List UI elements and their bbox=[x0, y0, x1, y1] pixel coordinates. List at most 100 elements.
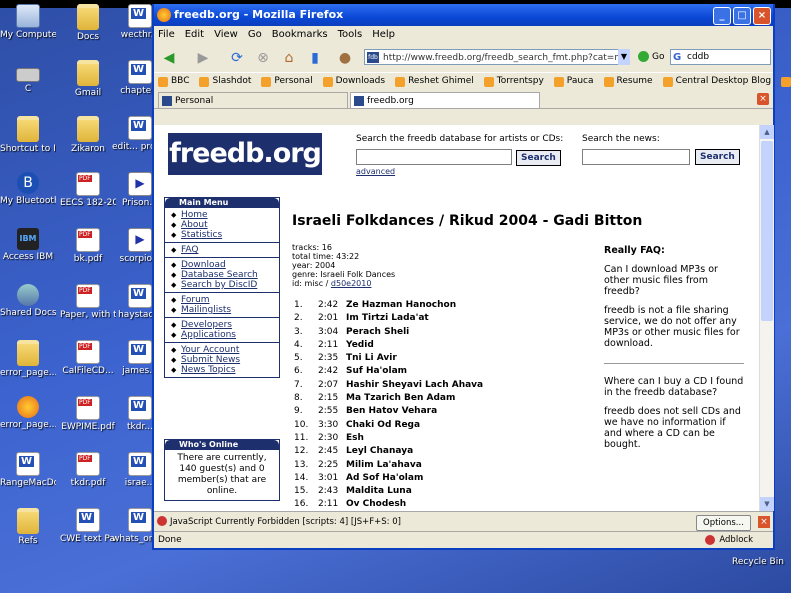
bookmark-item[interactable]: Resume bbox=[603, 73, 653, 90]
bookmark-item[interactable]: Central Desktop Blog bbox=[662, 73, 771, 90]
scroll-up-icon[interactable]: ▲ bbox=[760, 125, 774, 139]
scroll-down-icon[interactable]: ▼ bbox=[760, 497, 774, 511]
close-bar-icon[interactable]: × bbox=[758, 516, 770, 528]
menu-help[interactable]: Help bbox=[372, 29, 395, 40]
url-bar[interactable]: fdb http://www.freedb.org/freedb_search_… bbox=[364, 49, 626, 65]
adblock-status[interactable]: Adblock bbox=[705, 532, 753, 549]
bookmark-item[interactable]: E.001 bbox=[781, 73, 791, 90]
bookmark-item[interactable]: Reshet Ghimel bbox=[395, 73, 474, 90]
main-menu-link[interactable]: Search by DiscID bbox=[171, 280, 275, 290]
track-time: 2:45 bbox=[318, 446, 339, 457]
main-menu-link[interactable]: Your Account bbox=[171, 345, 275, 355]
track-row: 2. 2:01 Im Tirtzi Lada'at bbox=[294, 312, 594, 325]
extension-icon[interactable]: ● bbox=[334, 47, 356, 69]
main-menu-link[interactable]: Home bbox=[171, 210, 275, 220]
desktop-icon[interactable]: Gmail bbox=[60, 60, 116, 99]
desktop-icon[interactable]: C bbox=[0, 60, 56, 95]
freedb-logo[interactable]: freedb.org bbox=[168, 133, 322, 175]
main-menu-link[interactable]: Mailinglists bbox=[171, 305, 275, 315]
desktop-icon[interactable]: EWPIME.pdf bbox=[60, 396, 116, 433]
main-menu-link[interactable]: About bbox=[171, 220, 275, 230]
main-menu-link[interactable]: Database Search bbox=[171, 270, 275, 280]
close-button[interactable]: × bbox=[753, 7, 771, 25]
folder-icon bbox=[17, 340, 39, 366]
menu-view[interactable]: View bbox=[214, 29, 238, 40]
cd-search-input[interactable] bbox=[356, 149, 512, 165]
menu-edit[interactable]: Edit bbox=[185, 29, 204, 40]
bookmark-item[interactable]: Torrentspy bbox=[483, 73, 544, 90]
go-button[interactable]: Go bbox=[638, 49, 664, 65]
desktop-icon[interactable]: error_page... bbox=[0, 396, 56, 431]
track-title: Leyl Chanaya bbox=[346, 446, 414, 457]
track-row: 14. 3:01 Ad Sof Ha'olam bbox=[294, 472, 594, 485]
desktop-icon[interactable]: My Computer bbox=[0, 4, 56, 41]
track-row: 1. 2:42 Ze Hazman Hanochon bbox=[294, 299, 594, 312]
main-menu-link[interactable]: Statistics bbox=[171, 230, 275, 240]
main-menu-link[interactable]: Submit News bbox=[171, 355, 275, 365]
menu-bookmarks[interactable]: Bookmarks bbox=[272, 29, 328, 40]
desktop-icon[interactable]: B My Bluetooth Places bbox=[0, 172, 56, 207]
home-icon[interactable]: ⌂ bbox=[278, 47, 300, 69]
forward-arrow-icon[interactable]: ▶ bbox=[192, 47, 214, 69]
close-tab-icon[interactable]: × bbox=[757, 93, 769, 105]
main-menu-link[interactable]: Forum bbox=[171, 295, 275, 305]
desktop-icon[interactable]: IBM Access IBM bbox=[0, 228, 56, 263]
track-row: 7. 2:07 Hashir Sheyavi Lach Ahava bbox=[294, 379, 594, 392]
doc-icon bbox=[128, 4, 152, 28]
desktop-icon[interactable]: Paper, with table.pdf bbox=[60, 284, 116, 321]
tab-personal[interactable]: Personal bbox=[158, 92, 348, 108]
menu-go[interactable]: Go bbox=[248, 29, 262, 40]
menu-tools[interactable]: Tools bbox=[338, 29, 363, 40]
main-menu-link[interactable]: Download bbox=[171, 260, 275, 270]
main-menu-link[interactable]: Developers bbox=[171, 320, 275, 330]
vertical-scrollbar[interactable]: ▲ ▼ bbox=[759, 125, 774, 511]
track-number: 3. bbox=[294, 326, 303, 337]
bookmark-item[interactable]: Personal bbox=[261, 73, 313, 90]
bookmark-item[interactable]: BBC bbox=[158, 73, 189, 90]
main-menu-link[interactable]: FAQ bbox=[171, 245, 275, 255]
menu-file[interactable]: File bbox=[158, 29, 175, 40]
cd-search-button[interactable]: Search bbox=[516, 150, 561, 166]
news-search-input[interactable] bbox=[582, 149, 690, 165]
desktop-icon[interactable]: RangeMacDoc bbox=[0, 452, 56, 489]
main-menu-link[interactable]: News Topics bbox=[171, 365, 275, 375]
desktop-icon-label: bk.pdf bbox=[73, 254, 103, 264]
scroll-thumb[interactable] bbox=[761, 141, 773, 321]
desktop-icon[interactable]: Zikaron bbox=[60, 116, 116, 155]
back-arrow-icon[interactable]: ◀ bbox=[158, 47, 180, 69]
track-title: Tni Li Avir bbox=[346, 353, 397, 364]
url-dropdown-icon[interactable]: ▼ bbox=[618, 49, 630, 65]
news-search-button[interactable]: Search bbox=[695, 149, 740, 165]
bookmark-label: Resume bbox=[616, 76, 653, 86]
tab-freedb[interactable]: freedb.org bbox=[350, 92, 540, 108]
track-time: 2:11 bbox=[318, 499, 339, 510]
disc-id-link[interactable]: d50e2010 bbox=[331, 279, 372, 288]
stop-icon[interactable]: ⊗ bbox=[252, 47, 274, 69]
search-field[interactable]: G cddb bbox=[670, 49, 771, 65]
maximize-button[interactable]: □ bbox=[733, 7, 751, 25]
desktop-icon[interactable]: Docs bbox=[60, 4, 116, 43]
reload-icon[interactable]: ⟳ bbox=[226, 47, 248, 69]
bookmark-item[interactable]: Slashdot bbox=[199, 73, 251, 90]
desktop-icon-label: error_page... bbox=[0, 420, 56, 430]
desktop-icon[interactable]: EECS 182-2005-p... bbox=[60, 172, 116, 209]
advanced-search-link[interactable]: advanced bbox=[356, 167, 395, 176]
track-row: 9. 2:55 Ben Hatov Vehara bbox=[294, 405, 594, 418]
options-button[interactable]: Options... bbox=[696, 515, 751, 531]
desktop-icon[interactable]: CalFileCD... bbox=[60, 340, 116, 377]
bookmark-icon bbox=[199, 76, 210, 87]
main-menu-link[interactable]: Applications bbox=[171, 330, 275, 340]
bookmark-item[interactable]: Pauca bbox=[553, 73, 594, 90]
desktop-icon[interactable]: tkdr.pdf bbox=[60, 452, 116, 489]
desktop-icon[interactable]: CWE text Part 1_01_ab...doc bbox=[60, 508, 116, 545]
desktop-icon[interactable]: error_page... bbox=[0, 340, 56, 379]
bookmarks-icon[interactable]: ▮ bbox=[304, 47, 326, 69]
bookmark-icon bbox=[261, 76, 272, 87]
desktop-icon[interactable]: Refs bbox=[0, 508, 56, 547]
minimize-button[interactable]: _ bbox=[713, 7, 731, 25]
desktop-icon[interactable]: bk.pdf bbox=[60, 228, 116, 265]
desktop-icon[interactable]: Shared Docs bbox=[0, 284, 56, 319]
bookmark-item[interactable]: Downloads bbox=[322, 73, 385, 90]
title-bar[interactable]: freedb.org - Mozilla Firefox _ □ × bbox=[154, 4, 773, 26]
desktop-icon[interactable]: Shortcut to Israeli Dance... bbox=[0, 116, 56, 155]
